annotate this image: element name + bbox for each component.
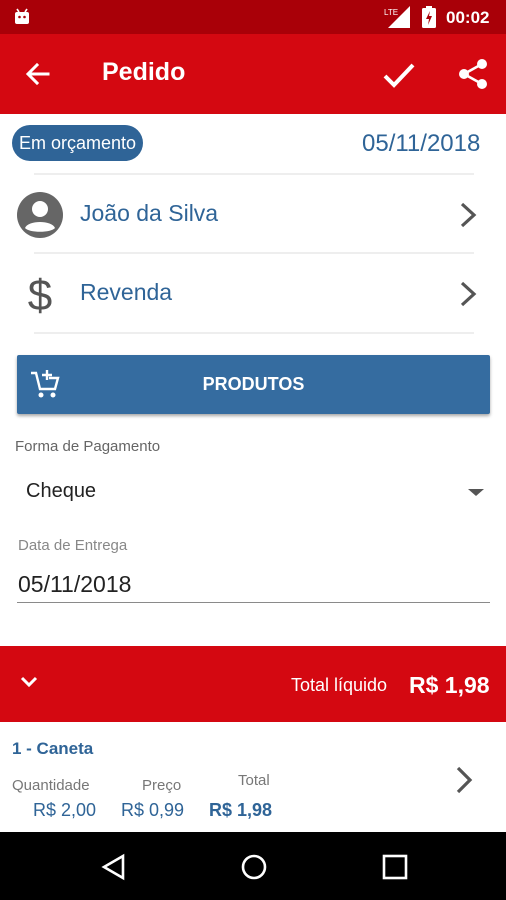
network-type-label: LTE (384, 8, 398, 17)
divider (34, 173, 474, 175)
divider (34, 252, 474, 254)
price-table-row[interactable]: $ Revenda (0, 255, 506, 333)
status-clock: 00:02 (446, 8, 490, 27)
share-icon[interactable] (456, 56, 490, 92)
battery-icon (422, 6, 436, 28)
delivery-date-label: Data de Entrega (18, 537, 128, 554)
dropdown-arrow-icon[interactable] (468, 487, 484, 497)
item-title: 1 - Caneta (12, 739, 94, 758)
android-icon (15, 8, 29, 24)
person-icon (17, 192, 63, 238)
chevron-right-icon (460, 202, 477, 228)
page-title: Pedido (102, 58, 186, 86)
nav-recents-icon[interactable] (380, 852, 410, 882)
total-col-label: Total (238, 772, 270, 789)
list-item[interactable]: 1 - Caneta Quantidade Preço Total R$ 2,0… (0, 722, 506, 832)
field-underline (17, 602, 490, 603)
signal-icon: LTE (384, 6, 410, 28)
order-date: 05/11/2018 (362, 130, 481, 157)
status-bar: LTE 00:02 (0, 0, 506, 34)
svg-text:$: $ (28, 271, 52, 318)
price-value: R$ 0,99 (121, 800, 185, 820)
nav-home-icon[interactable] (239, 852, 269, 882)
back-arrow-icon[interactable] (22, 58, 54, 90)
chevron-right-icon (456, 766, 473, 794)
payment-label: Forma de Pagamento (15, 438, 161, 455)
quantity-value: R$ 2,00 (33, 800, 97, 820)
price-label: Preço (142, 777, 182, 794)
navigation-bar (0, 832, 506, 900)
item-total-value: R$ 1,98 (209, 800, 273, 820)
delivery-date-field[interactable]: 05/11/2018 (18, 571, 131, 598)
divider (34, 332, 474, 334)
status-badge: Em orçamento (12, 125, 144, 161)
quantity-label: Quantidade (12, 777, 90, 794)
totals-bar[interactable]: Total líquido R$ 1,98 (0, 646, 506, 722)
products-button[interactable]: PRODUTOS (17, 355, 490, 414)
payment-select[interactable]: Cheque (26, 480, 96, 503)
app-bar: Pedido (0, 34, 506, 114)
price-table-name: Revenda (80, 279, 173, 305)
products-button-label: PRODUTOS (202, 374, 305, 394)
customer-name: João da Silva (80, 200, 219, 226)
total-label: Total líquido (291, 675, 388, 695)
chevron-down-icon[interactable] (18, 674, 40, 690)
customer-row[interactable]: João da Silva (0, 176, 506, 254)
chevron-right-icon (460, 281, 477, 307)
dollar-icon: $ (28, 271, 52, 318)
nav-back-icon[interactable] (99, 852, 129, 882)
total-value: R$ 1,98 (409, 672, 490, 698)
check-icon[interactable] (380, 56, 418, 94)
